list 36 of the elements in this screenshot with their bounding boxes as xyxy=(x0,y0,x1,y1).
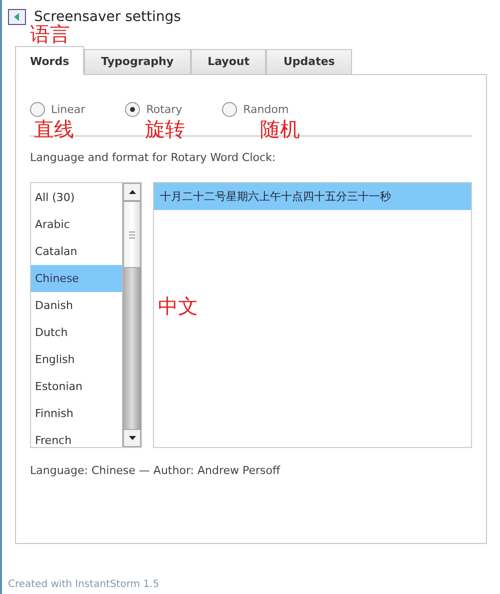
list-item[interactable]: Catalan xyxy=(31,238,122,265)
credit-text: Created with InstantStorm 1.5 xyxy=(8,579,160,590)
list-item[interactable]: Dutch xyxy=(31,319,122,346)
language-info: Language: Chinese — Author: Andrew Persoff xyxy=(30,464,282,477)
list-item[interactable]: 十月二十二号星期六上午十点四十五分三十一秒 xyxy=(154,183,471,210)
window-title: Screensaver settings xyxy=(34,9,181,25)
list-label: Language and format for Rotary Word Clock: xyxy=(30,151,277,164)
grip-icon[interactable] xyxy=(129,230,135,238)
annotation: 语言 xyxy=(30,24,70,44)
annotation: 直线 xyxy=(34,119,74,139)
radio-button[interactable] xyxy=(125,102,140,116)
radio-button[interactable] xyxy=(222,102,238,116)
up-arrow-icon[interactable] xyxy=(128,190,136,194)
radio-button[interactable] xyxy=(30,102,45,116)
list-item[interactable]: Danish xyxy=(31,292,122,319)
list-item[interactable]: Arabic xyxy=(31,211,122,238)
list-item[interactable]: All (30) xyxy=(31,184,122,211)
annotation: 中文 xyxy=(158,296,198,316)
scrollbar[interactable] xyxy=(122,183,141,447)
list-item[interactable]: Finnish xyxy=(31,400,122,427)
tab[interactable]: Layout xyxy=(190,49,266,75)
annotation: 旋转 xyxy=(145,119,185,139)
radio-label: Rotary xyxy=(146,102,182,116)
tab[interactable]: Updates xyxy=(266,49,352,75)
radio-label: Random xyxy=(243,102,289,116)
radio-label: Linear xyxy=(51,102,86,116)
tab[interactable]: Typography xyxy=(84,49,191,75)
list-item[interactable]: Chinese xyxy=(31,265,122,292)
app-icon xyxy=(8,9,26,25)
down-arrow-icon[interactable] xyxy=(128,436,136,440)
list-item[interactable]: Estonian xyxy=(31,373,122,400)
list-item[interactable]: French xyxy=(31,427,122,447)
annotation: 随机 xyxy=(260,119,300,139)
language-list[interactable]: All (30) Arabic Catalan Chinese Danish Dutch English Estonian Finnish French xyxy=(30,182,142,448)
tab[interactable]: Words xyxy=(15,46,84,75)
list-item[interactable]: English xyxy=(31,346,122,373)
